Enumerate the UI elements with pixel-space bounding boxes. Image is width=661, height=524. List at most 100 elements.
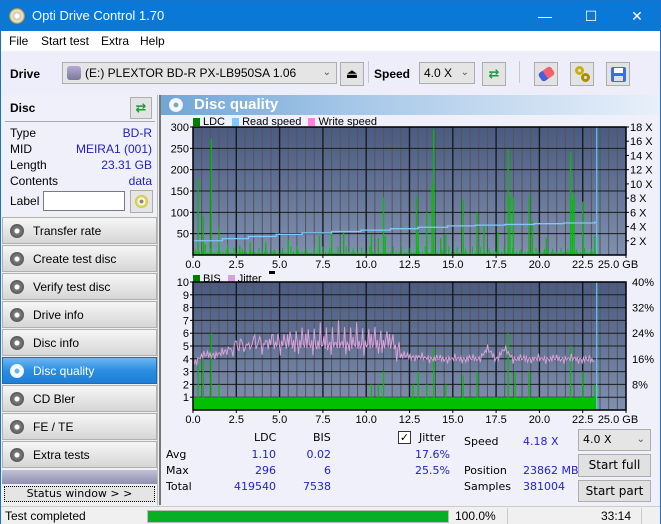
nav-filler [2, 470, 157, 484]
menu-start-test[interactable]: Start test [41, 34, 89, 48]
y-tick-label: 8 [183, 303, 189, 315]
y2-tick-label: 14 X [630, 150, 653, 162]
speed-select[interactable]: 4.0 X ⌄ [419, 62, 475, 84]
jitter-checkbox[interactable]: ✓ [398, 431, 411, 444]
disc-label-input[interactable] [43, 191, 125, 211]
sidebar: Disc ⇄ Type BD-R MID MEIRA1 (001) Length… [1, 95, 158, 505]
disc-label-button[interactable] [130, 190, 153, 213]
status-window-button[interactable]: Status window > > [4, 486, 155, 502]
nav-fe-te[interactable]: FE / TE [2, 413, 157, 440]
x-tick-label: 10.0 [355, 259, 376, 271]
close-button[interactable]: ✕ [614, 1, 660, 31]
start-part-button[interactable]: Start part [578, 480, 651, 502]
nav-label: CD Bler [33, 392, 76, 406]
eject-icon: ⏏ [345, 66, 359, 81]
x-tick-label: 22.5 [572, 414, 593, 426]
app-disc-icon [9, 8, 25, 24]
disc-mid-value: MEIRA1 (001) [75, 142, 152, 156]
status-bar: Test completed 100.0% 33:14 [1, 506, 660, 524]
x-tick-label: 12.5 [399, 259, 420, 271]
settings-button[interactable] [570, 62, 594, 86]
x-tick-label: 7.5 [315, 259, 330, 271]
nav-verify-test-disc[interactable]: Verify test disc [2, 273, 157, 300]
drive-select[interactable]: (E:) PLEXTOR BD-R PX-LB950SA 1.06 ⌄ [62, 62, 337, 84]
menu-help[interactable]: Help [140, 34, 165, 48]
menu-extra[interactable]: Extra [101, 34, 129, 48]
disc-refresh-button[interactable]: ⇄ [130, 97, 152, 119]
progress-fill [148, 511, 448, 522]
y-tick-label: 5 [183, 341, 189, 353]
save-button[interactable] [606, 62, 630, 86]
disc-length-value: 23.31 GB [101, 158, 152, 172]
speed-stat-value: 4.18 X [523, 435, 559, 448]
test-speed-select[interactable]: 4.0 X ⌄ [578, 429, 651, 451]
max-label: Max [166, 464, 189, 477]
transfer-rate-icon [10, 224, 24, 238]
panel-title: Disc quality [194, 96, 279, 113]
test-speed-value: 4.0 X [583, 433, 612, 446]
x-tick-label: 2.5 [229, 259, 244, 271]
eject-button[interactable]: ⏏ [340, 62, 364, 86]
legend-marker [268, 271, 275, 274]
nav-create-test-disc[interactable]: Create test disc [2, 245, 157, 272]
y-tick-label: 6 [183, 328, 189, 340]
cd-bler-icon [10, 392, 24, 406]
fe-te-icon [10, 420, 24, 434]
menu-bar: File Start test Extra Help [1, 31, 660, 51]
position-label: Position [464, 464, 507, 477]
bis-baseline [193, 397, 597, 410]
y2-tick-label: 8 X [630, 193, 647, 205]
col-bis-header: BIS [313, 431, 331, 444]
x-tick-label: 7.5 [315, 414, 330, 426]
y-tick-label: 10 [177, 277, 189, 289]
chevron-down-icon: ⌄ [460, 67, 469, 78]
y-tick-label: 3 [183, 367, 189, 379]
menu-file[interactable]: File [9, 34, 28, 48]
nav-drive-info[interactable]: Drive info [2, 301, 157, 328]
y2-tick-label: 18 X [630, 122, 653, 134]
disc-length-row: Length 23.31 GB [10, 158, 154, 174]
y-tick-label: 9 [183, 290, 189, 302]
nav-disc-info[interactable]: Disc info [2, 329, 157, 356]
x-tick-label: 0.0 [185, 414, 200, 426]
y-tick-label: 7 [183, 315, 189, 327]
samples-label: Samples [464, 480, 511, 493]
minimize-button[interactable]: — [522, 1, 568, 31]
total-label: Total [166, 480, 192, 493]
progress-text: 100.0% [455, 509, 496, 523]
maximize-button[interactable]: ☐ [568, 1, 614, 31]
nav-disc-quality[interactable]: Disc quality [2, 357, 157, 384]
x-tick-label: 25.0 GB [598, 259, 638, 271]
y-tick-label: 4 [183, 354, 189, 366]
x-tick-label: 22.5 [572, 259, 593, 271]
refresh-button[interactable]: ⇄ [482, 62, 506, 86]
refresh-icon: ⇄ [135, 100, 147, 115]
disc-type-value: BD-R [122, 126, 152, 140]
y-tick-label: 50 [177, 229, 189, 241]
nav-label: Verify test disc [33, 280, 111, 294]
x-tick-label: 20.0 [529, 259, 550, 271]
extra-tests-icon [10, 448, 24, 462]
erase-button[interactable] [534, 62, 558, 86]
x-tick-label: 15.0 [442, 259, 463, 271]
y-tick-label: 150 [171, 186, 189, 198]
disc-type-label: Type [10, 126, 37, 140]
disc-contents-value: data [128, 174, 152, 188]
nav-transfer-rate[interactable]: Transfer rate [2, 217, 157, 244]
drive-icon [67, 66, 81, 80]
y2-tick-label: 40% [632, 277, 654, 289]
nav-extra-tests[interactable]: Extra tests [2, 441, 157, 468]
nav-label: Transfer rate [33, 224, 102, 238]
bis-avg: 0.02 [306, 448, 332, 461]
x-tick-label: 0.0 [185, 259, 200, 271]
nav-label: Create test disc [33, 252, 117, 266]
nav-cd-bler[interactable]: CD Bler [2, 385, 157, 412]
y-tick-label: 300 [171, 122, 189, 134]
status-message: Test completed [5, 509, 86, 523]
jitter-label: Jitter [419, 431, 446, 444]
app-window: Opti Drive Control 1.70 — ☐ ✕ File Start… [0, 0, 661, 524]
nav-label: Disc quality [33, 364, 95, 378]
y2-tick-label: 4 X [630, 222, 647, 234]
start-full-button[interactable]: Start full [578, 454, 651, 477]
bis-chart: 0.0 2.5 5.0 7.5 10.0 12.5 15.0 17.5 20.0 22.5 25.0… [177, 277, 654, 426]
